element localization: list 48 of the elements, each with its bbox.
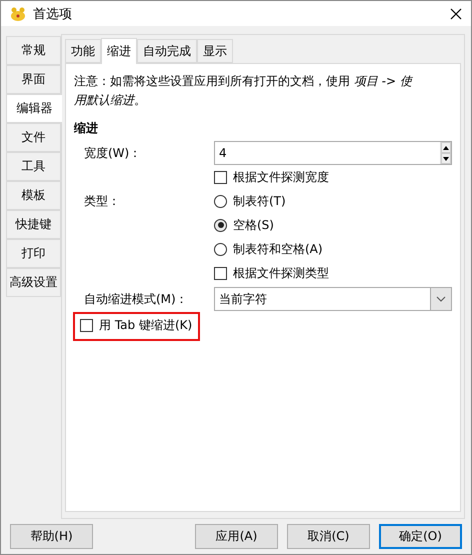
radio-button[interactable]: 制表符和空格(A) [214, 240, 452, 258]
tab[interactable]: 显示 [197, 39, 233, 64]
sidebar-tab[interactable]: 编辑器 [6, 94, 62, 124]
dialog-button[interactable]: 应用(A) [195, 524, 278, 550]
sidebar-tab[interactable]: 工具 [6, 152, 61, 182]
radio-label: 制表符和空格(A) [233, 240, 323, 258]
field-label: 自动缩进模式(M)： [84, 290, 189, 308]
width-spinbox[interactable]: 4 [214, 141, 452, 166]
field-label: 类型： [84, 192, 121, 210]
radio-label: 制表符(T) [233, 192, 286, 210]
checkbox-box[interactable] [80, 319, 93, 332]
tab[interactable]: 缩进 [101, 38, 137, 64]
dialog-button[interactable]: 取消(C) [287, 524, 370, 550]
window-title: 首选项 [33, 6, 73, 23]
radio-circle[interactable] [214, 242, 227, 256]
tab[interactable]: 自动完成 [137, 39, 197, 64]
checkbox-label: 用 Tab 键缩进(K) [99, 317, 192, 334]
sidebar-tab[interactable]: 打印 [6, 239, 61, 268]
checkbox-box[interactable] [214, 170, 227, 184]
checkbox-label: 根据文件探测宽度 [233, 168, 329, 186]
section-heading: 缩进 [74, 120, 99, 138]
radio-label: 空格(S) [233, 216, 274, 234]
checkbox[interactable]: 根据文件探测宽度 [214, 168, 452, 186]
tab[interactable]: 功能 [65, 39, 101, 64]
radio-button[interactable]: 制表符(T) [214, 192, 452, 210]
sidebar-tab[interactable]: 界面 [6, 65, 61, 94]
checkbox[interactable]: 根据文件探测类型 [214, 264, 452, 282]
sidebar-tab[interactable]: 快捷键 [6, 210, 61, 240]
auto-indent-dropdown[interactable]: 当前字符 [214, 287, 452, 312]
spin-up-icon[interactable] [443, 146, 449, 150]
dialog-button[interactable]: 帮助(H) [10, 524, 93, 550]
dialog-button[interactable]: 确定(O) [379, 524, 462, 550]
sidebar-tab[interactable]: 高级设置 [6, 268, 61, 298]
checkbox-label: 根据文件探测类型 [233, 264, 329, 282]
close-icon[interactable] [449, 6, 463, 21]
checkbox[interactable]: 用 Tab 键缩进(K) [80, 317, 192, 334]
radio-button[interactable]: 空格(S) [214, 216, 452, 234]
spin-down-icon[interactable] [443, 156, 449, 161]
note-text: 注意：如需将这些设置应用到所有打开的文档，使用 项目 -> 使用默认缩进。 [74, 73, 414, 110]
sidebar-tab[interactable]: 常规 [6, 36, 61, 66]
chevron-down-icon [436, 296, 446, 302]
field-label: 宽度(W)： [84, 144, 142, 162]
checkbox-box[interactable] [214, 266, 227, 280]
radio-circle[interactable] [214, 194, 227, 208]
app-icon [9, 6, 27, 22]
radio-circle[interactable] [214, 218, 227, 232]
sidebar-tab[interactable]: 模板 [6, 181, 61, 210]
sidebar-tab[interactable]: 文件 [6, 123, 61, 152]
